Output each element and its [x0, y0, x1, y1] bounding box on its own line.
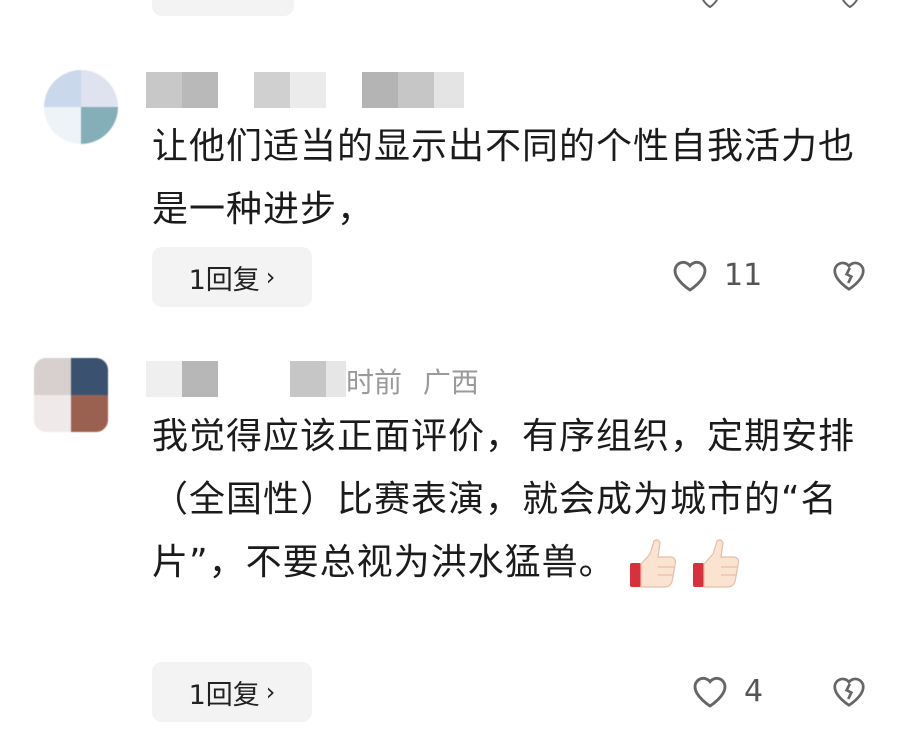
broken-heart-icon[interactable] [838, 0, 862, 10]
like-button[interactable]: 4 [690, 672, 763, 710]
comment-text: 让他们适当的显示出不同的个性自我活力也是一种进步， [152, 126, 856, 230]
chevron-right-icon: › [265, 263, 276, 291]
reply-label: 1回复 [188, 264, 260, 296]
broken-heart-icon[interactable] [830, 257, 868, 293]
chevron-right-icon: › [265, 678, 276, 706]
heart-icon[interactable] [698, 0, 722, 10]
username-blurred[interactable] [146, 361, 346, 397]
heart-icon [673, 260, 707, 292]
thumbs-up-icon [630, 539, 677, 588]
previous-reply-button[interactable] [152, 0, 294, 16]
reply-label: 1回复 [188, 679, 260, 711]
broken-heart-icon[interactable] [830, 673, 868, 709]
thumbs-up-icon [692, 539, 739, 588]
avatar[interactable] [44, 70, 118, 144]
reply-button[interactable]: 1回复 › [152, 247, 312, 307]
heart-icon [693, 676, 727, 708]
username-blurred[interactable] [146, 72, 476, 108]
like-button[interactable]: 11 [670, 256, 762, 294]
comment-text: 我觉得应该正面评价，有序组织，定期安排（全国性）比赛表演，就会成为城市的“名片”… [152, 405, 882, 594]
comment-location: 广西 [422, 366, 479, 399]
like-count: 4 [744, 673, 764, 709]
comment-meta: 时前 广西 [346, 361, 491, 401]
like-count: 11 [724, 257, 763, 293]
comment-time: 时前 [346, 366, 403, 399]
avatar[interactable] [34, 358, 108, 432]
reply-button[interactable]: 1回复 › [152, 662, 312, 722]
